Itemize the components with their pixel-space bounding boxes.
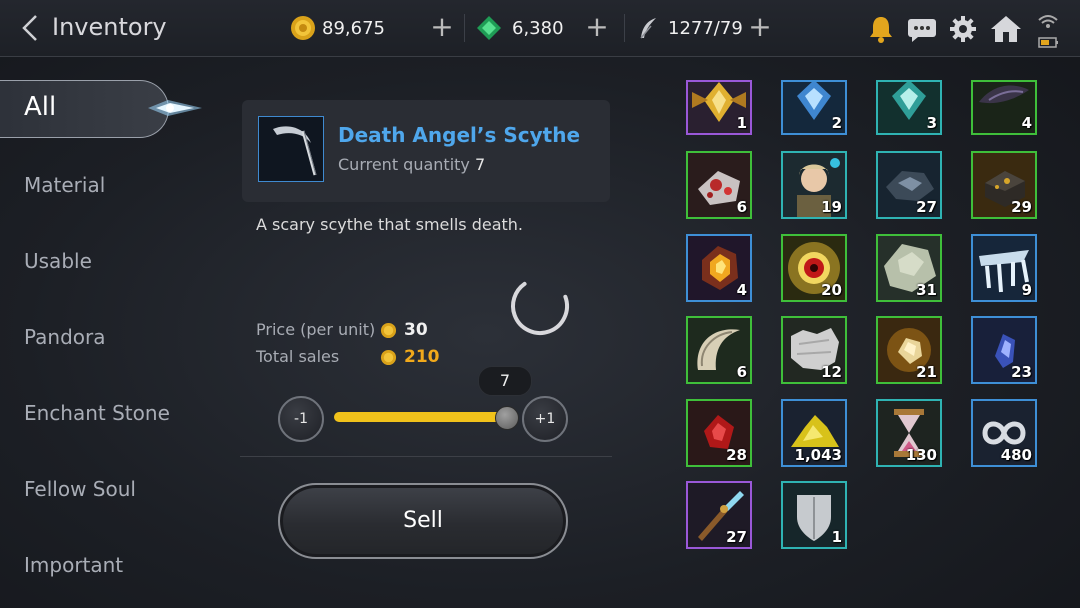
inventory-slot[interactable]: 19 (781, 151, 847, 219)
inventory-slot[interactable]: 6 (686, 151, 752, 219)
price-label: Price (per unit) (256, 320, 376, 339)
feather-icon (640, 18, 656, 39)
gem-counter: 6,380 (476, 14, 564, 42)
inventory-slot[interactable]: 130 (876, 399, 942, 467)
gold-coin-icon (380, 322, 397, 339)
slot-count: 6 (736, 198, 747, 216)
gold-counter: 89,675 (290, 14, 385, 42)
tab-usable[interactable]: Usable (24, 249, 92, 273)
tab-material[interactable]: Material (24, 173, 105, 197)
stamina-counter: 1277/79 (636, 14, 743, 42)
slot-count: 12 (821, 363, 842, 381)
slot-count: 27 (916, 198, 937, 216)
slot-count: 31 (916, 281, 937, 299)
inventory-slot[interactable]: 480 (971, 399, 1037, 467)
slot-count: 21 (916, 363, 937, 381)
inventory-slot[interactable]: 1 (686, 80, 752, 135)
inventory-slot[interactable]: 4 (971, 80, 1037, 135)
inventory-slot[interactable]: 28 (686, 399, 752, 467)
wifi-battery-icon (1036, 12, 1060, 48)
inventory-slot[interactable]: 12 (781, 316, 847, 384)
decrease-button[interactable]: -1 (278, 396, 324, 442)
divider (624, 14, 625, 42)
chat-icon[interactable] (906, 14, 936, 44)
inventory-slot[interactable]: 23 (971, 316, 1037, 384)
slot-count: 130 (905, 446, 937, 464)
quantity-label: Current quantity (338, 155, 470, 174)
slot-count: 29 (1011, 198, 1032, 216)
inventory-slot[interactable]: 21 (876, 316, 942, 384)
increase-button[interactable]: +1 (522, 396, 568, 442)
slot-count: 480 (1000, 446, 1032, 464)
slot-count: 4 (1021, 114, 1032, 132)
slot-count: 6 (736, 363, 747, 381)
inventory-slot[interactable]: 4 (686, 234, 752, 302)
inventory-slot[interactable]: 27 (686, 481, 752, 549)
slider-thumb[interactable] (495, 406, 519, 430)
gold-coin-icon (380, 349, 397, 366)
page-title: Inventory (52, 13, 167, 41)
slot-count: 1,043 (794, 446, 842, 464)
slot-count: 20 (821, 281, 842, 299)
add-gems-button[interactable]: + (585, 13, 609, 42)
slider-value-tooltip: 7 (478, 366, 532, 396)
tab-fellow-soul[interactable]: Fellow Soul (24, 477, 136, 501)
slot-count: 4 (736, 281, 747, 299)
sell-button[interactable]: Sell (278, 483, 568, 559)
tab-pandora[interactable]: Pandora (24, 325, 106, 349)
loading-spinner-icon (508, 274, 572, 338)
back-icon[interactable] (18, 12, 48, 44)
slot-count: 3 (926, 114, 937, 132)
bell-icon[interactable] (866, 14, 896, 44)
inventory-slot[interactable]: 2 (781, 80, 847, 135)
inventory-slot[interactable]: 9 (971, 234, 1037, 302)
inventory-slot[interactable]: 31 (876, 234, 942, 302)
gold-amount: 89,675 (322, 17, 385, 39)
inventory-slot[interactable]: 27 (876, 151, 942, 219)
gem-amount: 6,380 (512, 17, 564, 39)
slot-count: 28 (726, 446, 747, 464)
total-value: 210 (404, 347, 440, 367)
slot-count: 9 (1021, 281, 1032, 299)
tab-all-label: All (24, 92, 57, 122)
slot-count: 2 (831, 114, 842, 132)
slider-fill (334, 412, 510, 422)
inventory-slot[interactable]: 29 (971, 151, 1037, 219)
inventory-slot[interactable]: 1 (781, 481, 847, 549)
tab-important[interactable]: Important (24, 553, 123, 577)
divider (464, 14, 465, 42)
add-gold-button[interactable]: + (430, 13, 454, 42)
green-gem-icon (477, 16, 501, 40)
inventory-slot[interactable]: 3 (876, 80, 942, 135)
inventory-slot[interactable]: 6 (686, 316, 752, 384)
slot-count: 23 (1011, 363, 1032, 381)
quantity-value: 7 (474, 155, 486, 174)
slot-count: 1 (831, 528, 842, 546)
slot-count: 1 (736, 114, 747, 132)
item-quantity: Current quantity 7 (338, 155, 485, 174)
selected-crystal-icon (148, 92, 204, 124)
gear-icon[interactable] (948, 14, 978, 44)
tab-enchant-stone[interactable]: Enchant Stone (24, 401, 170, 425)
divider (240, 456, 612, 457)
total-label: Total sales (256, 347, 340, 366)
inventory-slot[interactable]: 1,043 (781, 399, 847, 467)
add-stamina-button[interactable]: + (748, 13, 772, 42)
slot-count: 19 (821, 198, 842, 216)
inventory-slot[interactable]: 20 (781, 234, 847, 302)
stamina-amount: 1277/79 (668, 17, 743, 39)
slot-count: 27 (726, 528, 747, 546)
quantity-slider[interactable] (334, 406, 519, 430)
gold-coin-icon (291, 16, 315, 40)
scythe-icon (258, 116, 324, 182)
item-name: Death Angel’s Scythe (338, 123, 581, 147)
item-description: A scary scythe that smells death. (256, 215, 524, 234)
home-icon[interactable] (990, 14, 1021, 44)
price-value: 30 (404, 320, 428, 340)
